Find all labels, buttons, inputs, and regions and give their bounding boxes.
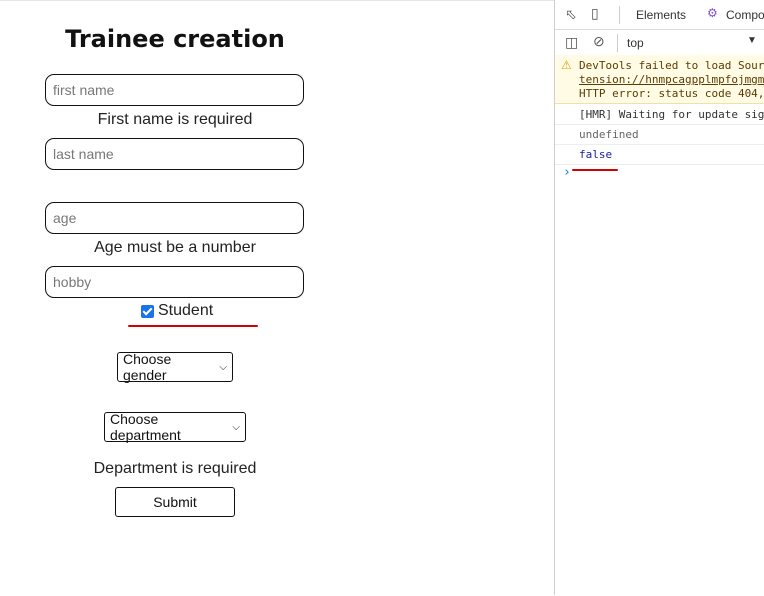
- device-toolbar-icon[interactable]: ▯: [591, 5, 599, 22]
- first-name-input[interactable]: [45, 74, 304, 106]
- console-log-row: false: [555, 144, 764, 165]
- toolbar-divider: [619, 6, 620, 24]
- toolbar-divider: [617, 34, 618, 52]
- console-log-row: undefined: [555, 124, 764, 145]
- console-log-text: undefined: [579, 128, 639, 141]
- devtools-tabbar: ⬁ ▯ Elements ⚙ Compo: [555, 0, 764, 30]
- red-annotation-underline: [128, 325, 258, 327]
- console-log-text: false: [579, 148, 613, 161]
- tab-elements[interactable]: Elements: [636, 8, 686, 22]
- submit-button[interactable]: Submit: [115, 487, 235, 517]
- age-error: Age must be a number: [94, 239, 256, 256]
- gender-select[interactable]: Choose gender ⌵: [117, 351, 233, 383]
- gender-select-value: Choose gender: [123, 351, 172, 383]
- context-select-value[interactable]: top: [627, 36, 644, 50]
- inspect-element-icon[interactable]: ⬁: [565, 6, 577, 23]
- chevron-down-icon: ⌵: [232, 421, 240, 433]
- tab-components[interactable]: Compo: [726, 8, 764, 22]
- department-select-value: Choose department: [110, 411, 181, 443]
- console-warning: ⚠ DevTools failed to load Sour tension:/…: [555, 55, 764, 104]
- chevron-down-icon: ⌵: [219, 361, 227, 373]
- age-input[interactable]: [45, 202, 304, 234]
- clear-console-icon[interactable]: ⊘: [593, 33, 605, 50]
- console-prompt[interactable]: ›: [555, 164, 764, 184]
- last-name-input[interactable]: [45, 138, 304, 170]
- trainee-form-page: Trainee creation First name is required …: [0, 0, 554, 596]
- warning-line: HTTP error: status code 404,: [579, 87, 764, 100]
- prompt-caret-icon: ›: [563, 165, 571, 180]
- warning-icon: ⚠: [561, 58, 572, 72]
- red-annotation-underline: [572, 169, 618, 171]
- console-log-row: [HMR] Waiting for update sig: [555, 104, 764, 125]
- student-checkbox[interactable]: [141, 304, 154, 318]
- first-name-error: First name is required: [97, 111, 253, 128]
- page-title: Trainee creation: [65, 25, 285, 53]
- console-toolbar: ◫ ⊘ top ▼: [555, 30, 764, 56]
- warning-link[interactable]: tension://hnmpcagpplmpfojmgm: [579, 73, 764, 86]
- department-error: Department is required: [93, 460, 257, 477]
- console-log-text: [HMR] Waiting for update sig: [579, 108, 764, 121]
- student-label: Student: [158, 302, 214, 319]
- components-icon: ⚙: [707, 6, 718, 20]
- sidebar-toggle-icon[interactable]: ◫: [565, 34, 578, 51]
- chevron-down-icon[interactable]: ▼: [747, 35, 757, 46]
- warning-line: DevTools failed to load Sour: [579, 59, 764, 72]
- student-checkbox-group[interactable]: Student: [141, 302, 213, 320]
- department-select[interactable]: Choose department ⌵: [104, 411, 246, 443]
- hobby-input[interactable]: [45, 266, 304, 298]
- devtools-panel: ⬁ ▯ Elements ⚙ Compo ◫ ⊘ top ▼ ⚠ DevTool…: [554, 0, 764, 595]
